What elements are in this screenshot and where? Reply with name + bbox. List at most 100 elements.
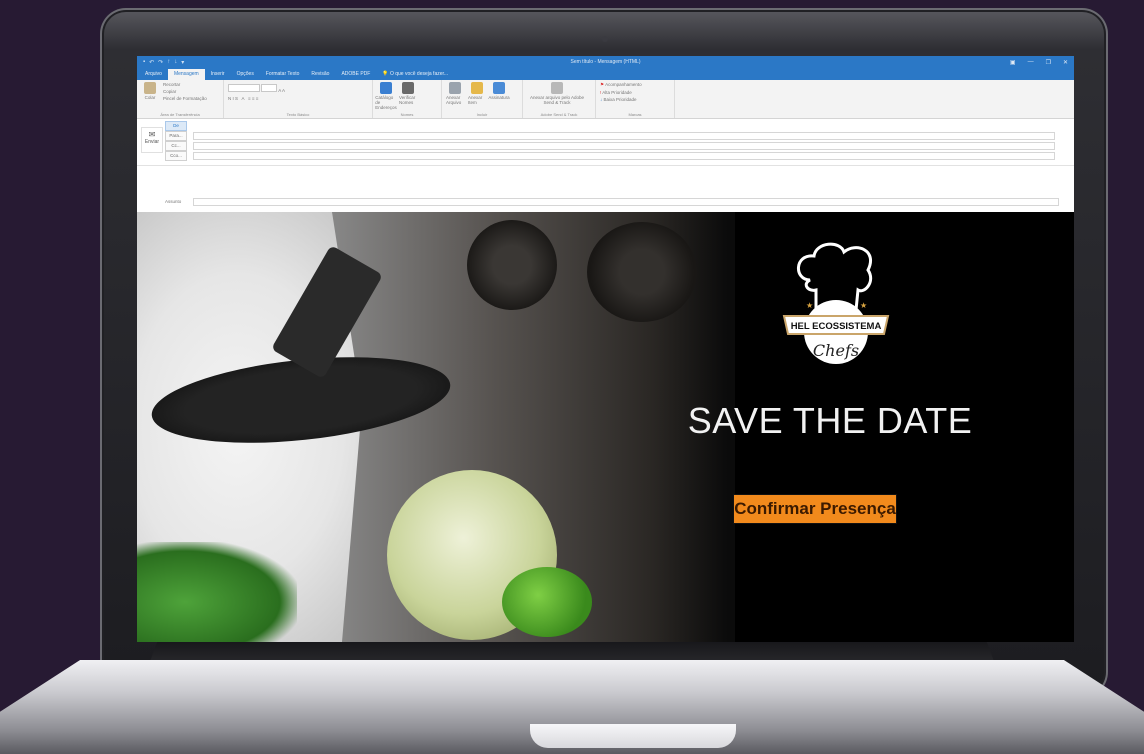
paste-button[interactable]: Colar	[141, 82, 159, 112]
headline: SAVE THE DATE	[687, 400, 973, 441]
group-adobe: Anexar arquivo pelo Adobe Send & Track A…	[523, 80, 596, 118]
ribbon-display-icon[interactable]: ▣	[1010, 59, 1016, 66]
envelope-icon	[471, 82, 483, 94]
svg-text:★: ★	[806, 301, 813, 310]
tab-review[interactable]: Revisão	[305, 69, 335, 80]
svg-text:★: ★	[860, 301, 867, 310]
address-book-button[interactable]: Catálogo de Endereços	[375, 82, 397, 112]
ribbon: Colar Recortar Copiar Pincel de Formataç…	[137, 80, 1074, 119]
to-row: Para...	[165, 130, 1055, 141]
group-tags: ⚑ Acompanhamento ! Alta Prioridade ↓ Bai…	[596, 80, 675, 118]
cc-input[interactable]	[193, 141, 1055, 150]
low-importance-button[interactable]: ↓ Baixa Prioridade	[600, 97, 642, 102]
to-input[interactable]	[193, 131, 1055, 140]
low-importance-label: Baixa Prioridade	[603, 97, 637, 102]
maximize-button[interactable]: ❐	[1046, 59, 1051, 66]
group-label: Incluir	[476, 112, 488, 117]
group-label: Adobe Send & Track	[540, 112, 578, 117]
cut-button[interactable]: Recortar	[163, 82, 207, 87]
tab-options[interactable]: Opções	[231, 69, 260, 80]
group-label: Marcas	[628, 112, 642, 117]
minimize-button[interactable]: —	[1028, 59, 1034, 66]
tab-insert[interactable]: Inserir	[205, 69, 231, 80]
green-pepper	[502, 567, 592, 637]
from-row: De	[165, 120, 187, 131]
address-book-icon	[380, 82, 392, 94]
follow-up-label: Acompanhamento	[605, 82, 642, 87]
bcc-row: Cco...	[165, 150, 1055, 161]
tab-file[interactable]: Arquivo	[139, 69, 168, 80]
laptop-screen: ▪ ↶ ↷ ↑ ↓ ▾ Sem título - Mensagem (HTML)…	[137, 56, 1074, 642]
window-titlebar: ▪ ↶ ↷ ↑ ↓ ▾ Sem título - Mensagem (HTML)…	[137, 56, 1074, 68]
cc-button[interactable]: Cc...	[165, 140, 187, 151]
tab-message[interactable]: Mensagem	[167, 69, 205, 80]
hanging-pan	[467, 220, 557, 310]
down-icon[interactable]: ↓	[174, 59, 177, 66]
check-names-icon	[402, 82, 414, 94]
lightbulb-icon: 💡	[382, 71, 389, 77]
check-names-label: Verificar Nomes	[399, 95, 416, 105]
signature-label: Assinatura	[488, 95, 510, 100]
font-name-box[interactable]	[228, 84, 260, 92]
webcam	[602, 36, 608, 42]
acrobat-icon	[551, 82, 563, 94]
group-clipboard: Colar Recortar Copiar Pincel de Formataç…	[137, 80, 224, 118]
tell-me-label: O que você deseja fazer...	[389, 71, 449, 77]
check-names-button[interactable]: Verificar Nomes	[399, 82, 417, 112]
subject-label: Assunto	[165, 199, 182, 204]
tab-format-text[interactable]: Formatar Texto	[260, 69, 306, 80]
adobe-attach-label: Anexar arquivo pelo Adobe Send & Track	[529, 95, 585, 105]
follow-up-button[interactable]: ⚑ Acompanhamento	[600, 82, 642, 88]
logo-script: Chefs	[813, 341, 859, 360]
to-button[interactable]: Para...	[165, 130, 187, 141]
send-button[interactable]: ✉ Enviar	[141, 127, 163, 153]
compose-header: ✉ Enviar De Para... Cc... Cco...	[137, 119, 1074, 166]
logo-wordmark: HEL ECOSSISTEMA	[791, 321, 882, 332]
group-label: Texto Básico	[286, 112, 310, 117]
redo-icon[interactable]: ↷	[158, 59, 163, 66]
format-painter-button[interactable]: Pincel de Formatação	[163, 96, 207, 101]
flag-icon: ⚑	[600, 82, 605, 87]
paste-label: Colar	[144, 95, 156, 100]
group-basic-text: A A N I S A ≡ ≡ ≡ Texto Básico	[224, 80, 373, 118]
email-body[interactable]: ★ ★ HEL ECOSSISTEMA Chefs SAVE THE DATE …	[137, 212, 1074, 642]
paste-icon	[144, 82, 156, 94]
quick-access-toolbar: ▪ ↶ ↷ ↑ ↓ ▾	[143, 59, 184, 66]
from-button[interactable]: De	[165, 120, 187, 131]
ribbon-tabs: Arquivo Mensagem Inserir Opções Formatar…	[137, 68, 1074, 80]
bcc-input[interactable]	[193, 151, 1055, 160]
customize-icon[interactable]: ▾	[181, 59, 184, 66]
send-icon: ✉	[148, 130, 156, 139]
undo-icon[interactable]: ↶	[149, 59, 154, 66]
attach-file-button[interactable]: Anexar Arquivo	[446, 82, 464, 112]
paperclip-icon	[449, 82, 461, 94]
cc-row: Cc...	[165, 140, 1055, 151]
high-importance-button[interactable]: ! Alta Prioridade	[600, 90, 642, 95]
tab-adobe-pdf[interactable]: ADOBE PDF	[335, 69, 376, 80]
signature-button[interactable]: Assinatura	[488, 82, 510, 112]
font-size-box[interactable]	[261, 84, 278, 92]
group-label: Nomes	[400, 112, 414, 117]
group-names: Catálogo de Endereços Verificar Nomes No…	[373, 80, 442, 118]
window-title: Sem título - Mensagem (HTML)	[570, 59, 641, 65]
bcc-button[interactable]: Cco...	[165, 150, 187, 161]
arrow-down-icon: ↓	[600, 97, 603, 102]
adobe-attach-button[interactable]: Anexar arquivo pelo Adobe Send & Track	[527, 82, 587, 112]
close-button[interactable]: ✕	[1063, 59, 1068, 66]
copy-button[interactable]: Copiar	[163, 89, 207, 94]
attach-item-label: Anexar Item	[468, 95, 483, 105]
group-label: Área de Transferência	[160, 112, 200, 117]
tell-me-search[interactable]: 💡 O que você deseja fazer...	[376, 69, 454, 80]
address-book-label: Catálogo de Endereços	[375, 95, 397, 110]
save-icon[interactable]: ▪	[143, 59, 145, 66]
subject-input[interactable]	[193, 197, 1059, 206]
high-importance-label: Alta Prioridade	[602, 90, 632, 95]
send-label: Enviar	[144, 139, 160, 145]
up-icon[interactable]: ↑	[167, 59, 170, 66]
pen-icon	[493, 82, 505, 94]
laptop-notch	[530, 724, 736, 748]
attach-item-button[interactable]: Anexar Item	[468, 82, 486, 112]
subject-row: Assunto	[165, 197, 1059, 206]
hanging-pan	[587, 222, 697, 322]
confirm-presence-button[interactable]: Confirmar Presença	[733, 494, 897, 524]
